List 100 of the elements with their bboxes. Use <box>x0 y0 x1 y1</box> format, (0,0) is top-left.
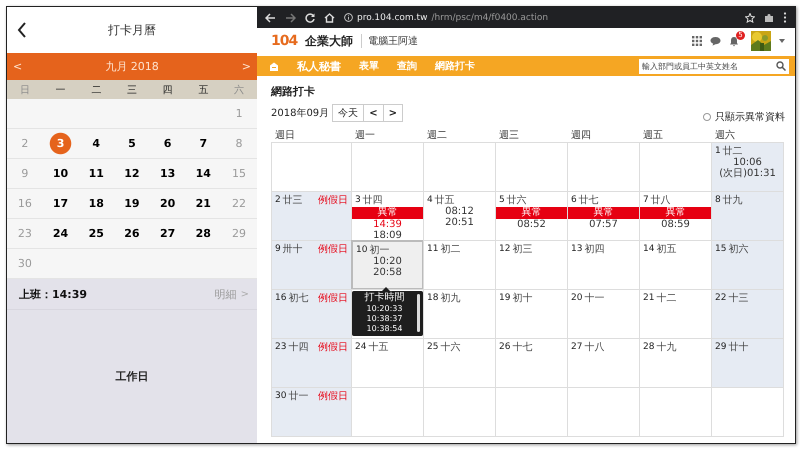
date-number: 13 <box>571 244 582 254</box>
previous-button[interactable]: < <box>363 104 384 122</box>
day-cell[interactable]: 16 初七 例假日 <box>271 289 352 339</box>
day-cell[interactable]: 23 十四 例假日 <box>271 338 352 388</box>
calendar-day[interactable]: 12 <box>114 159 150 188</box>
calendar-day[interactable]: 6 <box>150 129 186 158</box>
filter-label[interactable]: 只顯示異常資料 <box>715 110 785 124</box>
lunar-date: 廿九 <box>722 194 743 207</box>
scrollbar[interactable] <box>417 294 420 332</box>
day-cell[interactable]: 8 廿九 <box>711 191 784 241</box>
day-cell[interactable]: 30 廿一 例假日 <box>271 387 352 437</box>
date-number: 8 <box>715 195 721 205</box>
day-cell[interactable]: 2 廿三 例假日 <box>271 191 352 241</box>
day-type: 工作日 <box>116 369 148 384</box>
calendar-day[interactable]: 19 <box>114 189 150 218</box>
caret-icon[interactable] <box>779 39 785 43</box>
day-cell[interactable] <box>711 387 784 437</box>
back-icon[interactable] <box>17 22 27 38</box>
punch-time: 20:51 <box>445 217 474 228</box>
lunar-date: 廿四 <box>362 194 383 207</box>
calendar-day[interactable]: 7 <box>185 129 222 158</box>
date-number: 24 <box>355 342 366 352</box>
today-button[interactable]: 今天 <box>332 104 364 122</box>
day-cell[interactable]: 1 廿二 10:06 (次日)01:31 <box>711 142 784 192</box>
calendar-day[interactable]: 28 <box>185 219 222 248</box>
calendar-day[interactable]: 18 <box>78 189 114 218</box>
calendar-day[interactable]: 14 <box>185 159 222 188</box>
calendar-day[interactable]: 24 <box>42 219 78 248</box>
date-number: 21 <box>643 293 654 303</box>
calendar-day[interactable]: 5 <box>114 129 150 158</box>
lunar-date: 初六 <box>728 242 748 256</box>
calendar-day[interactable]: 21 <box>185 189 222 218</box>
lunar-date: 十五 <box>368 340 388 354</box>
punch-time: 18:09 <box>373 230 402 241</box>
extension-icon[interactable] <box>764 12 774 22</box>
lunar-date: 廿八 <box>650 194 671 207</box>
date-number: 9 <box>275 244 281 254</box>
date-number: 2 <box>275 195 281 205</box>
date-number: 30 <box>275 391 286 401</box>
date-number: 22 <box>715 293 726 303</box>
chat-icon[interactable] <box>710 36 721 46</box>
weekday-header: 週一 <box>354 129 376 142</box>
weekday-label: 日 <box>18 84 31 96</box>
back-arrow-icon[interactable] <box>265 12 276 22</box>
date-number: 3 <box>355 195 361 205</box>
anomaly-badge: 異常 <box>496 207 567 219</box>
punch-time: 14:39 <box>373 219 402 230</box>
address-bar[interactable]: pro.104.com.tw /hrm/psc/m4/f0400.action <box>344 10 736 26</box>
bell-icon[interactable] <box>729 36 739 46</box>
radio-button[interactable] <box>703 113 711 121</box>
home-icon[interactable] <box>324 12 335 22</box>
calendar-day[interactable]: 20 <box>150 189 186 218</box>
next-button[interactable]: > <box>382 104 403 122</box>
calendar-day[interactable]: 11 <box>78 159 114 188</box>
lunar-date: 初一 <box>369 244 390 256</box>
lunar-date: 十四 <box>288 340 308 354</box>
day-cell[interactable]: 15 初六 <box>711 240 784 290</box>
day-cell[interactable]: 29 廿十 <box>711 338 784 388</box>
menu-icon[interactable] <box>783 12 787 23</box>
date-number: 27 <box>571 342 582 352</box>
holiday-label: 例假日 <box>318 341 348 354</box>
calendar-day[interactable]: 27 <box>150 219 186 248</box>
date-number: 26 <box>499 342 510 352</box>
lunar-date: 十一 <box>584 292 604 305</box>
weekday-label: 三 <box>126 84 138 96</box>
star-icon[interactable] <box>745 12 755 22</box>
date-number: 18 <box>427 293 438 303</box>
calendar-day[interactable]: 13 <box>150 159 186 188</box>
month-label: 2018年09月 <box>271 107 330 120</box>
holiday-label: 例假日 <box>318 292 348 305</box>
calendar-day[interactable]: 17 <box>42 189 78 218</box>
calendar-day[interactable]: 26 <box>114 219 150 248</box>
forward-arrow-icon[interactable] <box>285 12 296 22</box>
calendar-day[interactable]: 25 <box>78 219 114 248</box>
search-icon[interactable] <box>776 61 786 71</box>
search-field[interactable]: 輸入部門或員工中英文姓名 <box>639 58 789 74</box>
month-label: 九月 2018 <box>105 59 159 74</box>
day-cell[interactable]: 22 十三 <box>711 289 784 339</box>
reload-icon[interactable] <box>305 12 315 22</box>
anomaly-badge: 異常 <box>640 207 711 219</box>
lunar-date: 十三 <box>728 292 748 305</box>
apps-grid-icon[interactable] <box>692 36 702 46</box>
day-cell[interactable]: 9 卅十 例假日 <box>271 240 352 290</box>
url-path: /hrm/psc/m4/f0400.action <box>431 12 548 22</box>
calendar-day[interactable]: 4 <box>78 129 114 158</box>
lunar-date: 初九 <box>440 292 460 305</box>
calendar-day[interactable]: 10 <box>42 159 78 188</box>
tooltip-time: 10:38:54 <box>366 324 402 334</box>
date-number: 19 <box>499 293 510 303</box>
weekday-label: 二 <box>90 84 102 96</box>
date-number: 11 <box>427 244 438 254</box>
punch-time: 08:12 <box>445 206 474 217</box>
screen-title: 打卡月曆 <box>108 22 156 38</box>
day-cell[interactable] <box>271 142 352 192</box>
lunar-date: 廿三 <box>282 194 303 207</box>
date-number: 4 <box>427 195 433 205</box>
weekday-header: 週三 <box>498 129 520 142</box>
lunar-date: 初五 <box>656 242 676 256</box>
punch-time: 20:58 <box>373 267 402 278</box>
punch-time: 10:06 <box>733 157 762 168</box>
